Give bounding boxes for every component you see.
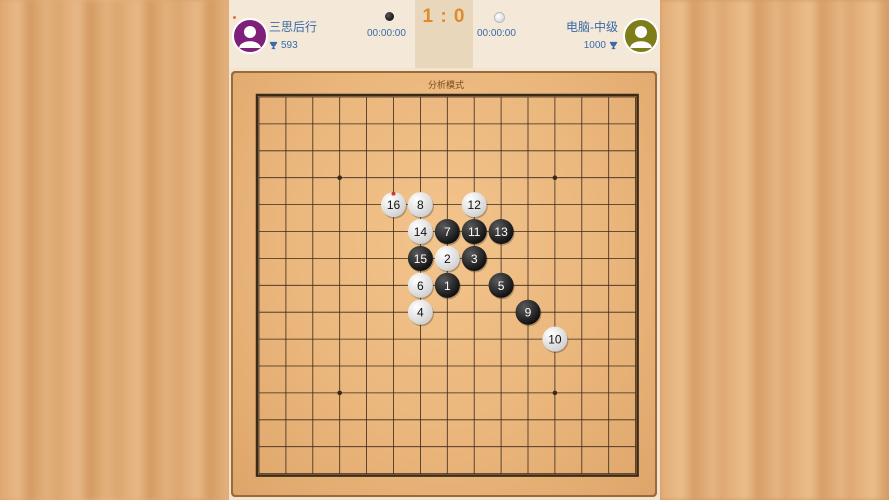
background-right [660,0,889,500]
star-point [337,390,342,396]
white-stone-icon [494,12,505,23]
move-number: 2 [444,252,451,266]
player2-name: 电脑-中级 [566,20,618,34]
move-number: 8 [417,198,424,212]
stone-black[interactable]: 13 [488,219,515,246]
player2-score-value: 1000 [583,40,606,51]
stone-white[interactable]: 10 [542,326,569,354]
player2-score: 1000 [584,40,618,51]
player2-avatar[interactable] [623,18,659,54]
move-number: 10 [548,333,562,347]
stone-white[interactable]: 14 [407,219,434,246]
trophy-icon [269,41,278,50]
star-point [337,175,342,180]
user-icon [630,26,652,48]
stone-black[interactable]: 3 [461,245,488,273]
gomoku-app: 三思后行 593 00:00:00 1 : 0 00:00:00 电脑-中级 1… [229,0,660,500]
player1-name: 三思后行 [269,20,318,34]
stone-black[interactable]: 15 [407,245,434,273]
stone-black[interactable]: 9 [515,299,542,327]
board-grid[interactable]: 12 345678910111213141516 [233,73,655,495]
player1-timer: 00:00:00 [367,28,406,39]
move-number: 14 [414,225,428,239]
stone-black[interactable]: 7 [434,219,461,246]
stone-black[interactable]: 5 [488,272,515,300]
board-frame: 分析模式 1 2 3 4 5 6 7 8 9 10 11 12 13 14 15 16 [231,71,657,497]
move-number: 7 [444,225,451,239]
turn-indicator [233,16,236,19]
match-score: 1 : 0 [422,6,466,27]
last-move-marker [391,191,396,196]
move-number: 16 [387,198,401,212]
stone-black[interactable]: 1 [434,272,461,300]
background-left [0,0,229,500]
move-number: 1 [444,279,451,293]
move-number: 4 [417,306,424,320]
move-number: 9 [525,306,532,320]
move-number: 6 [417,279,424,293]
black-stone-icon [385,12,394,21]
stone-white[interactable]: 16 [381,191,407,219]
star-point [552,390,558,396]
move-number: 5 [498,279,505,293]
move-number: 11 [468,225,481,239]
player1-avatar[interactable] [232,18,268,54]
player1-score-value: 593 [281,40,298,51]
user-icon [239,26,261,48]
move-number: 15 [414,252,428,266]
star-point [552,175,558,180]
stone-white[interactable]: 6 [407,272,434,300]
stone-white[interactable]: 12 [461,192,488,219]
stone-white[interactable]: 8 [407,192,434,219]
stone-black[interactable]: 11 [461,219,488,246]
stone-white[interactable]: 2 [434,245,461,273]
player2-timer: 00:00:00 [477,28,516,39]
trophy-icon [609,41,618,50]
player1-score: 593 [269,40,298,51]
move-number: 3 [471,252,478,266]
stone-white[interactable]: 4 [407,299,434,327]
move-number: 13 [494,225,508,239]
move-number: 12 [468,198,482,212]
game-board[interactable]: 分析模式 1 2 3 4 5 6 7 8 9 10 11 12 13 14 15 16 [233,73,655,495]
header-bar: 三思后行 593 00:00:00 1 : 0 00:00:00 电脑-中级 1… [229,0,660,68]
